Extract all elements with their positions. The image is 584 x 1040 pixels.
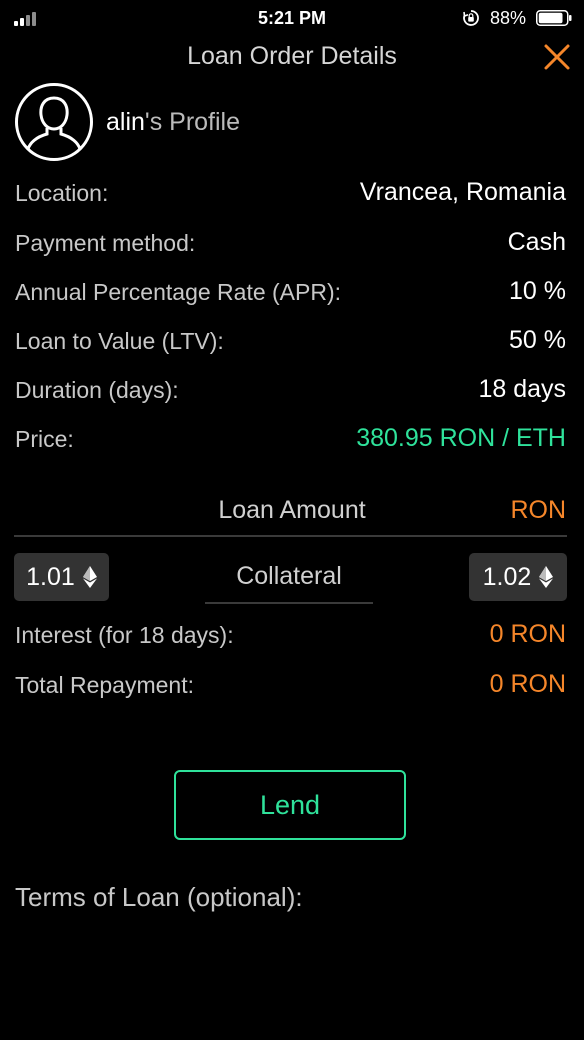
location-value: Vrancea, Romania xyxy=(359,178,566,206)
profile-suffix: 's Profile xyxy=(144,108,241,136)
total-repayment-value: 0 RON xyxy=(489,670,566,698)
apr-label: Annual Percentage Rate (APR): xyxy=(15,279,342,305)
lend-button[interactable]: Lend xyxy=(174,770,406,840)
location-label: Location: xyxy=(15,180,109,206)
collateral-max-value: 1.02 xyxy=(482,562,532,591)
terms-of-loan-label: Terms of Loan (optional): xyxy=(15,882,303,912)
lend-button-label: Lend xyxy=(259,789,321,820)
close-icon[interactable] xyxy=(540,40,574,74)
collateral-underline xyxy=(205,602,373,604)
loan-currency[interactable]: RON xyxy=(510,496,566,525)
page-title: Loan Order Details xyxy=(187,42,397,70)
duration-value: 18 days xyxy=(478,375,566,403)
interest-value: 0 RON xyxy=(489,620,566,648)
rotation-lock-icon xyxy=(463,10,479,26)
battery-icon xyxy=(536,10,572,26)
payment-method-label: Payment method: xyxy=(15,230,196,256)
collateral-max-box[interactable]: 1.02 xyxy=(469,553,567,601)
collateral-label[interactable]: Collateral xyxy=(205,562,373,591)
payment-method-value: Cash xyxy=(507,228,566,256)
ethereum-icon xyxy=(82,566,97,588)
profile-username: alin xyxy=(106,108,145,136)
interest-label: Interest (for 18 days): xyxy=(15,622,234,648)
collateral-min-value: 1.01 xyxy=(26,562,75,591)
price-value: 380.95 RON / ETH xyxy=(356,424,566,452)
total-repayment-label: Total Repayment: xyxy=(15,672,194,698)
ltv-label: Loan to Value (LTV): xyxy=(15,328,224,354)
battery-percent: 88% xyxy=(490,8,527,28)
ethereum-icon xyxy=(539,566,554,588)
collateral-min-box[interactable]: 1.01 xyxy=(14,553,109,601)
user-avatar-icon[interactable] xyxy=(14,82,94,162)
price-label: Price: xyxy=(15,426,74,452)
profile-link[interactable]: alin's Profile xyxy=(106,108,240,137)
divider xyxy=(14,535,567,537)
loan-amount-label: Loan Amount xyxy=(218,496,366,524)
apr-value: 10 % xyxy=(509,277,566,305)
duration-label: Duration (days): xyxy=(15,377,179,403)
ltv-value: 50 % xyxy=(509,326,566,354)
